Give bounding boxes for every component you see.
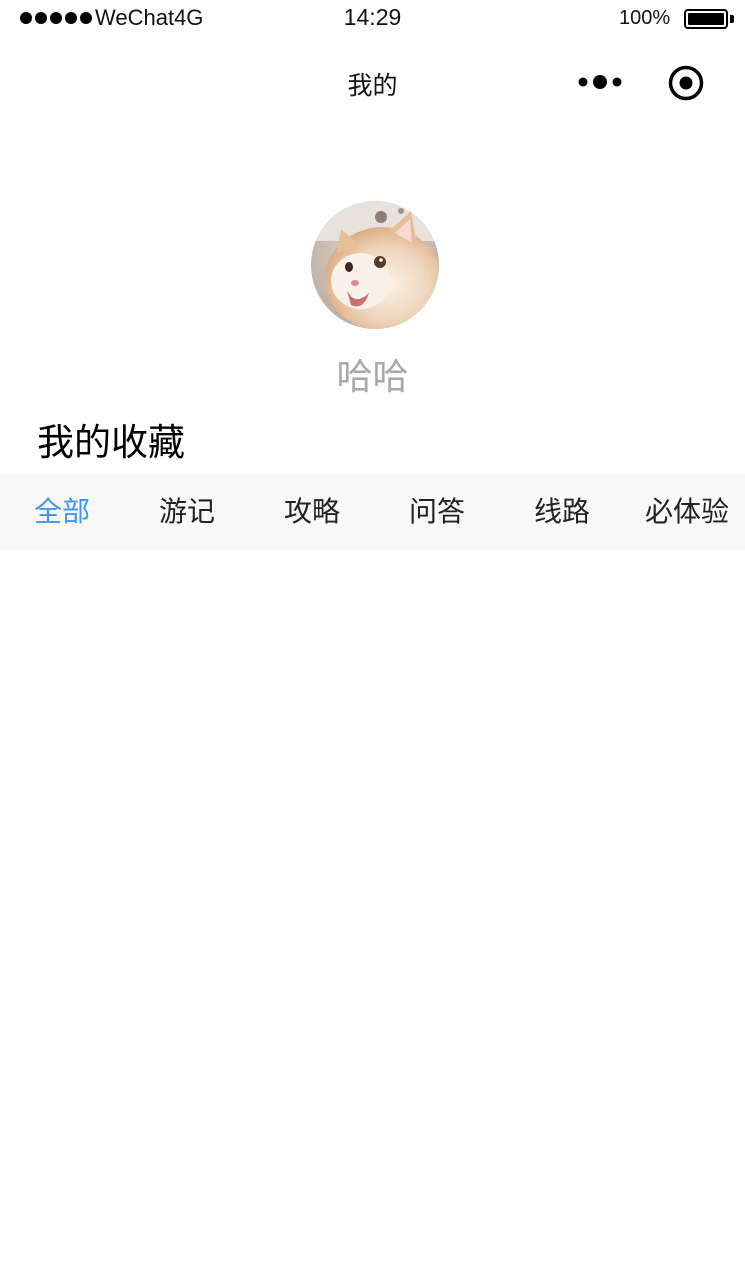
close-capsule-icon[interactable] bbox=[667, 64, 705, 102]
navigation-bar: 我的 bbox=[0, 38, 745, 126]
more-dots-icon[interactable] bbox=[578, 74, 624, 90]
status-bar: WeChat4G 14:29 100% bbox=[0, 0, 745, 38]
tab-travelogue[interactable]: 游记 bbox=[159, 474, 215, 550]
avatar[interactable] bbox=[311, 201, 439, 329]
battery-tip bbox=[730, 15, 734, 23]
tab-experience[interactable]: 必体验 bbox=[645, 474, 729, 550]
tab-route[interactable]: 线路 bbox=[534, 474, 590, 550]
username: 哈哈 bbox=[336, 357, 409, 398]
tab-all[interactable]: 全部 bbox=[34, 474, 90, 550]
favorites-tab-bar: 全部 游记 攻略 问答 线路 必体验 bbox=[0, 474, 745, 550]
page-title: 我的 bbox=[347, 71, 398, 100]
favorites-title: 我的收藏 bbox=[37, 421, 185, 464]
tab-qa[interactable]: 问答 bbox=[409, 474, 465, 550]
battery-percent: 100% bbox=[619, 7, 671, 29]
tab-guide[interactable]: 攻略 bbox=[284, 474, 340, 550]
battery-icon bbox=[684, 9, 728, 29]
